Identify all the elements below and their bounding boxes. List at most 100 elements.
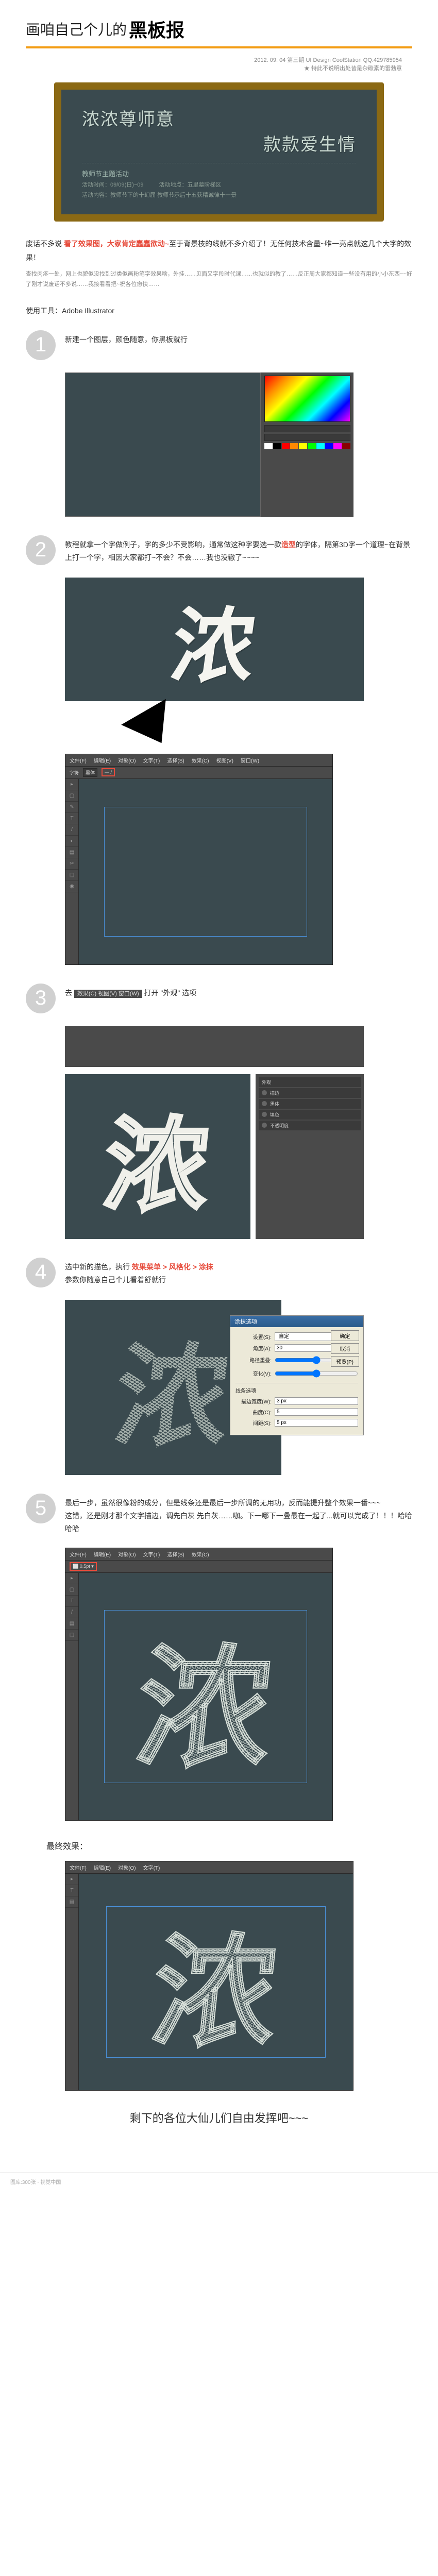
menu-item[interactable]: 文字(T): [143, 756, 160, 764]
menu-item[interactable]: 文字(T): [143, 1863, 160, 1871]
tool-icon[interactable]: T: [65, 1596, 78, 1607]
menu-item[interactable]: 编辑(E): [94, 1550, 111, 1558]
meta-tagline: ★ 特此不说明出处皆是杂碳素的雷勃意: [26, 64, 402, 72]
cancel-button[interactable]: 取消: [331, 1343, 359, 1354]
ai-char-toolbar[interactable]: 字符 黑体 — /: [65, 767, 332, 779]
menu-item[interactable]: 文件(F): [70, 756, 87, 764]
ai-toolbox[interactable]: ▸ ▢ T / ▤ ⬚: [65, 1573, 79, 1820]
ai-menubar[interactable]: 文件(F) 编辑(E) 对象(O) 文字(T) 选择(S) 效果(C): [65, 1548, 332, 1561]
panel-tab[interactable]: 外观: [259, 1077, 361, 1087]
highlighted-setting[interactable]: — /: [102, 768, 115, 776]
tool-icon[interactable]: /: [65, 824, 78, 836]
menu-item[interactable]: 对象(O): [118, 756, 136, 764]
blackboard-meta2: 活动地点：五里墓阶梯区: [159, 180, 222, 189]
layer-row[interactable]: 黑体: [259, 1099, 361, 1109]
swatches-grid[interactable]: [264, 443, 350, 449]
layer-row[interactable]: 填色: [259, 1110, 361, 1120]
eye-icon[interactable]: [262, 1123, 267, 1128]
menu-item[interactable]: 文字(T): [143, 1550, 160, 1558]
tool-icon[interactable]: ✂: [65, 858, 78, 870]
meta-issue: 第三期: [287, 57, 304, 63]
selection-box[interactable]: [104, 1610, 307, 1783]
preview-button[interactable]: 预览(P): [331, 1356, 359, 1367]
tool-icon[interactable]: T: [65, 1885, 78, 1896]
selection-box[interactable]: [106, 1906, 326, 2058]
menu-item[interactable]: 编辑(E): [94, 756, 111, 764]
ai-canvas[interactable]: 浓: [79, 1573, 332, 1820]
tool-icon[interactable]: ▸: [65, 779, 78, 790]
blackboard-preview: 浓浓尊师意 款款爱生情 教师节主题活动 活动时间：09/09(日)~09 活动地…: [54, 82, 384, 222]
tool-icon[interactable]: T: [65, 813, 78, 824]
tool-icon[interactable]: ⬚: [65, 1630, 78, 1641]
layer-row[interactable]: 不透明度: [259, 1121, 361, 1130]
tool-icon[interactable]: ▢: [65, 1584, 78, 1596]
arrow-down-icon: [121, 699, 184, 756]
ai-toolbox[interactable]: ▸ T ▤: [65, 1874, 79, 2090]
blackboard-line2: 款款爱生情: [82, 130, 356, 156]
ai-canvas[interactable]: [79, 779, 332, 964]
tool-icon[interactable]: ▤: [65, 847, 78, 858]
tool-icon[interactable]: ◉: [65, 881, 78, 892]
eye-icon[interactable]: [262, 1101, 267, 1106]
menu-item[interactable]: 视图(V): [216, 756, 233, 764]
menu-item[interactable]: 效果(C): [192, 1550, 209, 1558]
step-desc-4: 选中新的描色，执行 效果菜单 > 风格化 > 涂抹 参数你随意自己个儿看着舒就行: [65, 1258, 213, 1287]
ai-canvas[interactable]: 浓: [79, 1874, 353, 2090]
ai-menubar[interactable]: 文件(F) 编辑(E) 对象(O) 文字(T) 选择(S) 效果(C) 视图(V…: [65, 754, 332, 767]
screenshot-2: 请注意这里的设置 浓 文件(F) 编辑(E) 对象(O) 文字(T) 选择(S)…: [65, 578, 364, 965]
highlighted-stroke[interactable]: ⬜ 0.5pt ▾: [70, 1562, 97, 1571]
panel-snippet: [65, 1026, 364, 1067]
font-field[interactable]: 黑体: [83, 768, 97, 777]
curve-input[interactable]: [275, 1408, 358, 1416]
space-input[interactable]: [275, 1419, 358, 1427]
layer-row[interactable]: 描边: [259, 1088, 361, 1098]
title-prefix: 画咱自己个儿的: [26, 19, 127, 39]
var-slider[interactable]: [275, 1368, 358, 1379]
ai-toolbox[interactable]: ▸ ▢ ✎ T / ◐ ▤ ✂ ⬚ ◉: [65, 779, 79, 964]
step-desc-3: 去 效果(C) 视图(V) 窗口(W) 打开 "外观" 选项: [65, 984, 196, 1013]
menu-item[interactable]: 文件(F): [70, 1550, 87, 1558]
tool-icon[interactable]: ▸: [65, 1874, 78, 1885]
meta-group: UI Design CoolStation: [306, 57, 361, 63]
tool-icon[interactable]: ⬚: [65, 870, 78, 881]
color-picker-icon[interactable]: [264, 376, 350, 422]
closing-text: 剩下的各位大仙儿们自由发挥吧~~~: [26, 2109, 412, 2126]
step-desc-2: 教程就拿一个字做例子，字的多少不受影响，通常做这种字要选一款造型的字体，隔第3D…: [65, 535, 412, 565]
menu-item[interactable]: 对象(O): [118, 1550, 136, 1558]
tool-icon[interactable]: ◐: [65, 836, 78, 847]
meta-date: 2012. 09. 04: [254, 57, 285, 63]
sample-char: 浓: [165, 580, 264, 699]
tool-icon[interactable]: ▤: [65, 1618, 78, 1630]
tool-icon[interactable]: ▢: [65, 790, 78, 802]
eye-icon[interactable]: [262, 1112, 267, 1117]
menu-item[interactable]: 选择(S): [167, 1550, 184, 1558]
menu-item[interactable]: 窗口(W): [241, 756, 259, 764]
ai-stroke-toolbar[interactable]: ⬜ 0.5pt ▾: [65, 1561, 332, 1573]
curve-label: 曲度(C):: [235, 1408, 272, 1416]
scribble-dialog[interactable]: 涂抹选项 确定 取消 预览(P) 设置(S):自定 角度(A): 路径重叠: 变…: [230, 1315, 364, 1435]
tool-icon[interactable]: /: [65, 1607, 78, 1618]
menu-item[interactable]: 对象(O): [118, 1863, 136, 1871]
menu-item[interactable]: 效果(C): [192, 756, 209, 764]
path-label: 路径重叠:: [235, 1356, 272, 1364]
appearance-panel[interactable]: 外观 描边 黑体 填色 不透明度: [256, 1074, 364, 1239]
ai-menubar[interactable]: 文件(F) 编辑(E) 对象(O) 文字(T): [65, 1861, 353, 1874]
menu-item[interactable]: 文件(F): [70, 1863, 87, 1871]
tool-icon[interactable]: ✎: [65, 802, 78, 813]
intro-p1: 废话不多说 看了效果图，大家肯定蠢蠢欲动~至于背景枝的线就不多介绍了！无任何技术…: [26, 237, 412, 264]
panel-row[interactable]: [264, 434, 350, 441]
preset-label: 设置(S):: [235, 1333, 272, 1341]
eye-icon[interactable]: [262, 1090, 267, 1095]
tool-icon[interactable]: ▤: [65, 1896, 78, 1908]
menu-item[interactable]: 编辑(E): [94, 1863, 111, 1871]
panel-row[interactable]: [264, 425, 350, 432]
menu-item[interactable]: 选择(S): [167, 756, 184, 764]
selection-box[interactable]: [104, 807, 307, 937]
tool-icon[interactable]: ▸: [65, 1573, 78, 1584]
width-input[interactable]: [275, 1397, 358, 1405]
blackboard-meta3: 活动内容：教师节下的十幻届 教师节示后十五获精诚律十一景: [82, 191, 237, 199]
screenshot-final: 文件(F) 编辑(E) 对象(O) 文字(T) ▸ T ▤ 浓: [65, 1861, 412, 2091]
ok-button[interactable]: 确定: [331, 1330, 359, 1341]
meta-qq: QQ:429785954: [363, 57, 402, 63]
step-number-3: 3: [26, 984, 56, 1013]
